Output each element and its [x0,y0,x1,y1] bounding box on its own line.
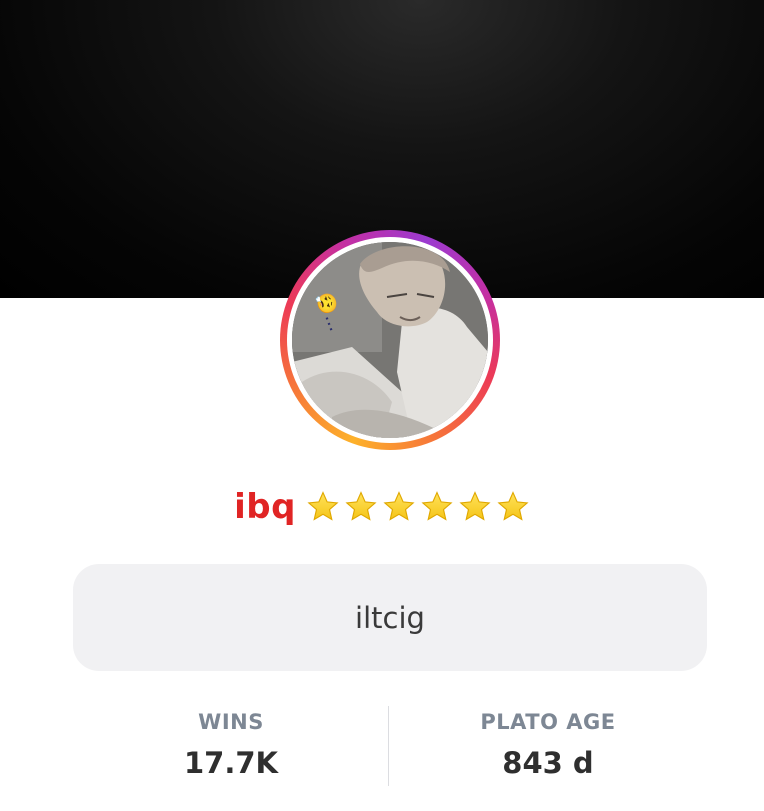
plato-age-label: PLATO AGE [480,710,616,734]
star-icon [382,490,416,524]
stat-wins: WINS 17.7K [81,702,381,780]
star-icon [306,490,340,524]
stat-plato-age: PLATO AGE 843 d [398,702,698,780]
name-row: ibq [0,482,764,532]
star-icon [344,490,378,524]
avatar-image: 😮‍💨... [292,242,488,438]
username[interactable]: ibq [234,487,296,527]
bio-text: iltcig [355,600,425,635]
avatar[interactable]: 😮‍💨... [280,230,500,450]
wins-label: WINS [198,710,264,734]
stats-row: WINS 17.7K PLATO AGE 843 d [0,702,764,788]
profile-page: 😮‍💨... ibq iltcig WINS 17.7K PLATO AGE 8… [0,0,764,811]
star-rating [306,490,530,524]
star-icon [458,490,492,524]
star-icon [420,490,454,524]
avatar-illustration: 😮‍💨... [292,242,488,438]
star-icon [496,490,530,524]
stats-divider [388,706,389,786]
plato-age-value: 843 d [502,746,594,780]
wins-value: 17.7K [183,746,279,780]
bio-card: iltcig [73,564,707,671]
